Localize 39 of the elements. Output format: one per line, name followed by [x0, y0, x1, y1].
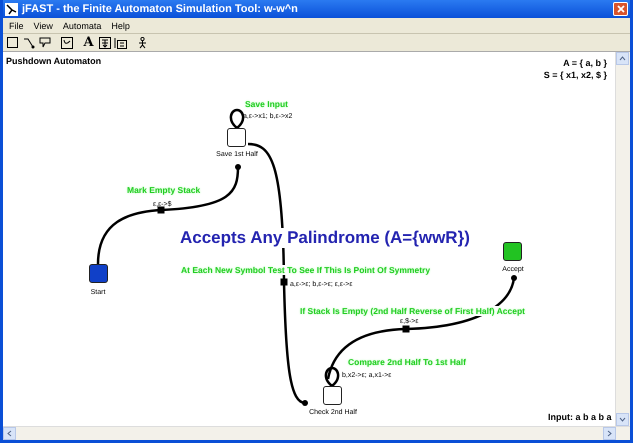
annotation: Compare 2nd Half To 1st Half [348, 357, 466, 367]
state-node[interactable] [89, 264, 108, 283]
menu-item[interactable]: Automata [58, 20, 106, 30]
menu-item[interactable]: View [30, 20, 57, 30]
grid-icon [98, 36, 110, 48]
stack-alphabet: S = { x1, x2, $ } [544, 70, 607, 80]
tool-button[interactable] [97, 35, 112, 50]
input-alphabet: A = { a, b } [563, 58, 607, 68]
annotation: At Each New Symbol Test To See If This Is Point Of Symmetry [181, 265, 430, 275]
annotation: Mark Empty Stack [127, 185, 200, 195]
state-node[interactable] [323, 386, 342, 405]
app-icon [5, 2, 18, 16]
state-node[interactable] [503, 242, 522, 261]
self-loop [230, 108, 244, 129]
menu-item[interactable]: Help [107, 20, 134, 30]
annotation: If Stack Is Empty (2nd Half Reverse of First Half) Accept [300, 306, 525, 316]
speech-bubble-icon [38, 37, 50, 48]
close-button[interactable] [613, 2, 628, 16]
input-string: Input: a b a b a [548, 412, 612, 422]
annotation: Save Input [245, 99, 288, 109]
menu-item[interactable]: File [5, 20, 28, 30]
window-title: jFAST - the Finite Automaton Simulation Tool: w-w^n [22, 3, 299, 15]
text-tool-button[interactable]: A [81, 35, 96, 50]
figure-icon [138, 36, 147, 48]
horizontal-scrollbar[interactable] [3, 426, 630, 440]
tool-button[interactable] [37, 35, 52, 50]
curve-box-icon [60, 36, 72, 48]
tool-button[interactable] [113, 35, 128, 50]
close-icon [616, 5, 624, 13]
square-icon [7, 37, 18, 48]
connector-icon [22, 36, 34, 48]
vertical-scrollbar[interactable] [615, 52, 630, 426]
diagram-heading: Accepts Any Palindrome (A={wwR}) [180, 228, 470, 248]
state-node[interactable] [227, 128, 246, 147]
automaton-type: Pushdown Automaton [6, 56, 102, 66]
tool-button[interactable] [5, 35, 20, 50]
self-loop [324, 366, 340, 387]
tool-button[interactable] [59, 35, 74, 50]
panel-icon [114, 36, 127, 48]
